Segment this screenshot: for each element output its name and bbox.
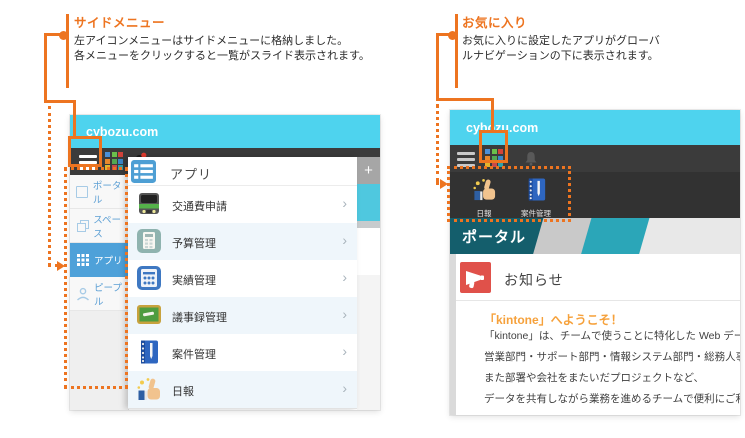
annotation-title: お気に入り (462, 12, 660, 31)
page: サイドメニュー 左アイコンメニューはサイドメニューに格納しました。 各メニューを… (0, 0, 745, 438)
chevron-right-icon: › (342, 306, 347, 322)
add-app-button[interactable]: + (357, 157, 380, 184)
chevron-right-icon: › (342, 232, 347, 248)
dotted-connector-line (436, 104, 439, 182)
connector-line (491, 98, 494, 132)
app-label: 実績管理 (172, 272, 216, 288)
calculator-icon (136, 228, 162, 254)
chevron-right-icon: › (342, 269, 347, 285)
welcome-body: 「kintone」は、チームで使うことに特化した Web データベー 営業部門・… (484, 326, 740, 415)
annotation-title: サイドメニュー (74, 12, 370, 31)
background-card (357, 228, 380, 275)
connector-line (436, 98, 494, 101)
connector-line (44, 33, 47, 103)
chevron-right-icon: › (342, 343, 347, 359)
background-area (357, 275, 380, 410)
banner-shape (637, 218, 740, 254)
highlight-box-sidebar (64, 167, 128, 389)
annotation-favorites: お気に入り お気に入りに設定したアプリがグローバ ルナビゲーションの下に表示され… (462, 12, 660, 63)
app-list-panel: アプリ 交通費申請 › (128, 157, 357, 409)
annotation-side-menu: サイドメニュー 左アイコンメニューはサイドメニューに格納しました。 各メニューを… (74, 12, 370, 63)
connector-line (44, 100, 76, 103)
panel-title: アプリ (170, 164, 212, 183)
welcome-text-line: また部署や会社をまたいだプロジェクトなど、 (484, 368, 740, 389)
annotation-text-line: 左アイコンメニューはサイドメニューに格納しました。 (74, 34, 370, 49)
chevron-right-icon: › (342, 195, 347, 211)
dotted-connector-line (48, 106, 51, 266)
divider (456, 300, 740, 301)
welcome-text-line: データを共有しながら業務を進めるチームで便利にご利用いただ (484, 389, 740, 410)
plus-icon: + (364, 162, 373, 179)
app-label: 日報 (172, 383, 194, 399)
highlight-box-favorites (447, 166, 571, 222)
app-label: 交通費申請 (172, 198, 227, 214)
chevron-right-icon: › (342, 380, 347, 396)
notebook-icon (136, 339, 162, 365)
app-row-expense[interactable]: 交通費申請 › (128, 186, 357, 223)
megaphone-icon (460, 262, 491, 293)
annotation-text-line: お気に入りに設定したアプリがグローバ (462, 34, 660, 49)
portal-title: ポータル (462, 226, 526, 247)
app-list-icon (131, 160, 156, 188)
connector-line (73, 100, 76, 136)
app-header: cybozu.com (70, 115, 380, 148)
grid-cell (118, 159, 123, 164)
app-row-daily-report[interactable]: 日報 › (128, 371, 357, 408)
grid-cell (105, 152, 110, 157)
connector-line (436, 33, 439, 101)
welcome-text-line: 営業部門・サポート部門・情報システム部門・総務人事部門、 (484, 347, 740, 368)
connector-line (436, 33, 458, 36)
background-banner (357, 184, 380, 221)
annotation-bar (455, 14, 458, 88)
background-strip (357, 221, 380, 228)
train-icon (136, 191, 162, 217)
app-panel-header: アプリ (128, 157, 357, 186)
app-row-minutes[interactable]: 議事録管理 › (128, 297, 357, 334)
thumbs-up-icon (136, 376, 162, 402)
content-gutter (450, 254, 456, 415)
grid-cell (118, 152, 123, 157)
notice-title: お知らせ (504, 270, 564, 290)
annotation-text-line: ルナビゲーションの下に表示されます。 (462, 49, 660, 64)
app-label: 議事録管理 (172, 309, 227, 325)
app-row-deals[interactable]: 案件管理 › (128, 334, 357, 371)
annotation-bar (66, 14, 69, 88)
app-label: 案件管理 (172, 346, 216, 362)
highlight-box-app-grid (479, 130, 508, 163)
grid-cell (112, 152, 117, 157)
app-row-budget[interactable]: 予算管理 › (128, 223, 357, 260)
abacus-icon (136, 265, 162, 291)
annotation-text-line: 各メニューをクリックすると一覧がスライド表示されます。 (74, 49, 370, 64)
highlight-box-hamburger (68, 136, 102, 167)
welcome-text-line: 「kintone」は、チームで使うことに特化した Web データベー (484, 326, 740, 347)
portal-banner: ポータル (450, 218, 740, 254)
app-label: 予算管理 (172, 235, 216, 251)
connector-line (44, 33, 68, 36)
chalkboard-icon (136, 302, 162, 328)
grid-cell (112, 159, 117, 164)
grid-cell (105, 159, 110, 164)
app-row-results[interactable]: 実績管理 › (128, 260, 357, 297)
